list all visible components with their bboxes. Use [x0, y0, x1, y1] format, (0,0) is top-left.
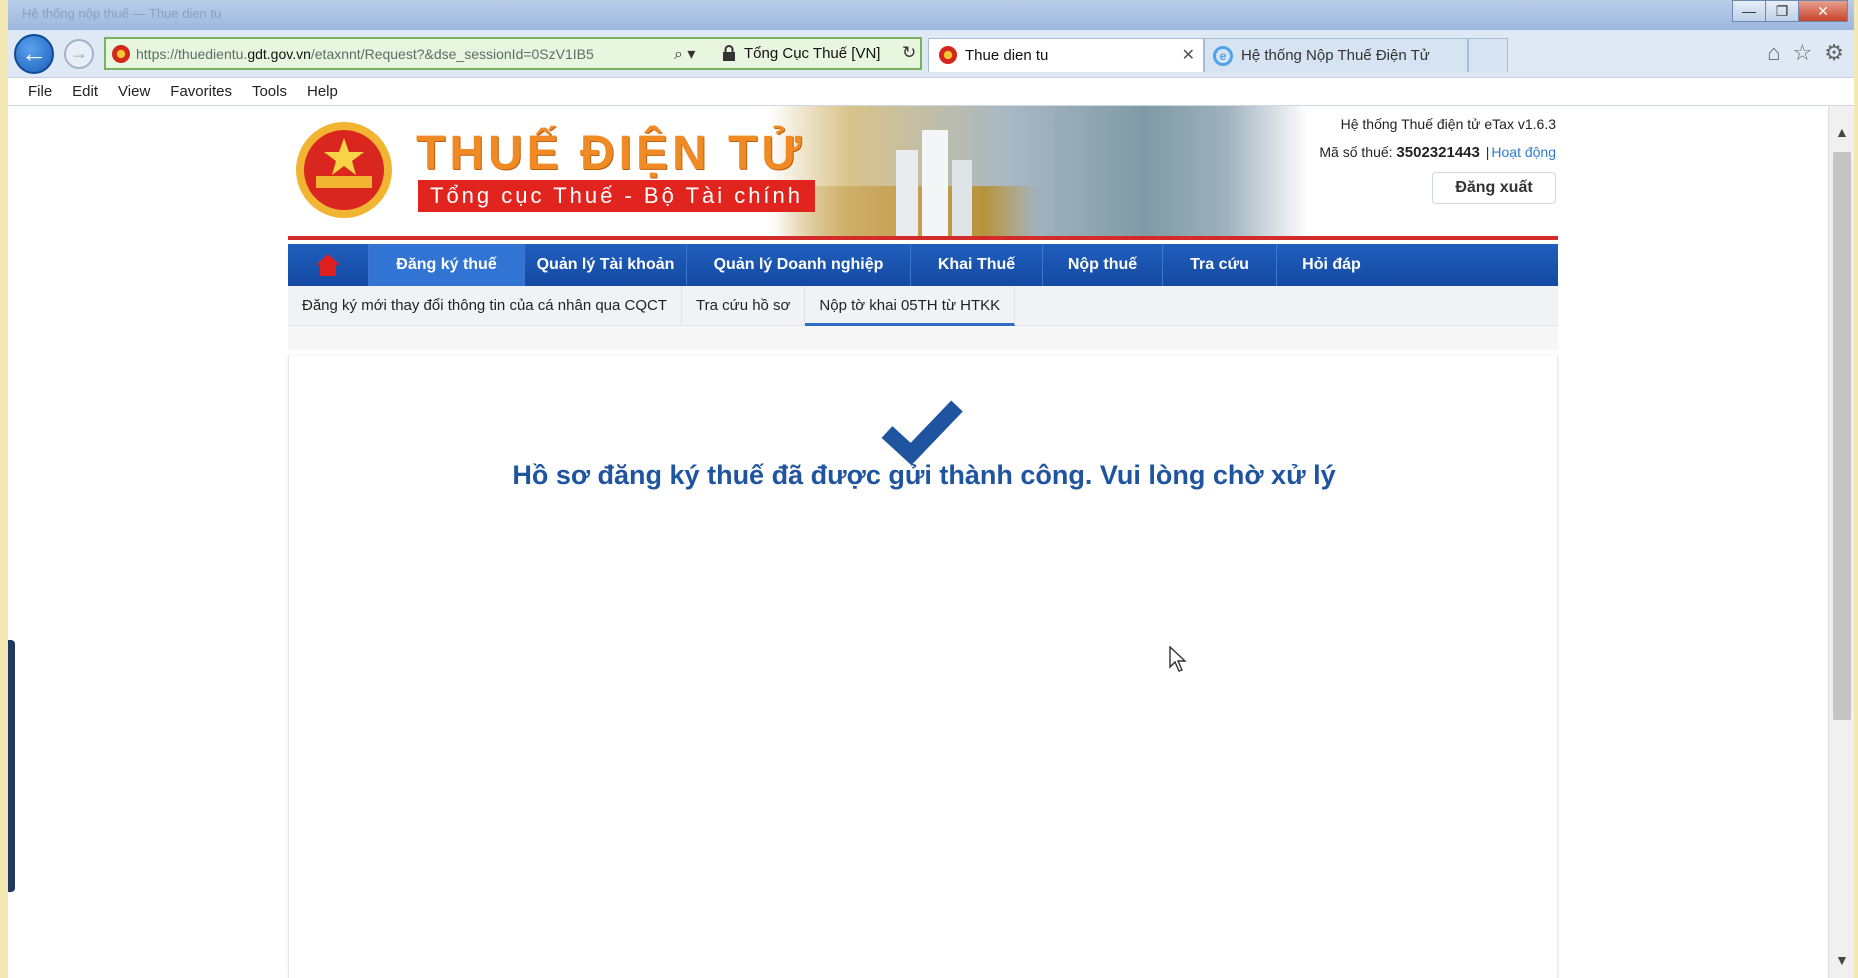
site-subtitle: Tổng cục Thuế - Bộ Tài chính — [418, 180, 816, 212]
address-bar[interactable]: https://thuedientu.gdt.gov.vn/etaxnnt/Re… — [104, 37, 922, 70]
menu-favorites[interactable]: Favorites — [160, 78, 242, 105]
result-panel: Hồ sơ đăng ký thuế đã được gửi thành côn… — [288, 356, 1558, 978]
home-icon[interactable]: ⌂ — [1767, 40, 1780, 66]
tax-id-label: Mã số thuế: — [1319, 144, 1397, 160]
scroll-up-icon[interactable]: ▲ — [1835, 124, 1849, 140]
title-bar: Hệ thống nộp thuế — Thue dien tu — ❐ ✕ — [8, 0, 1854, 30]
subnav-dang-ky-moi[interactable]: Đăng ký mới thay đổi thông tin của cá nh… — [288, 286, 683, 326]
browser-toolbar: ← → https://thuedientu.gdt.gov.vn/etaxnn… — [8, 30, 1854, 78]
new-tab-button[interactable] — [1468, 38, 1508, 72]
scroll-thumb[interactable] — [1833, 152, 1851, 720]
subnav-spacer — [288, 326, 1558, 350]
url-domain: gdt.gov.vn — [247, 46, 311, 62]
side-panel-edge — [8, 640, 15, 892]
mouse-cursor-icon — [1169, 646, 1187, 672]
logout-button[interactable]: Đăng xuất — [1432, 172, 1556, 204]
nav-hoi-dap[interactable]: Hỏi đáp — [1276, 244, 1386, 286]
refresh-icon[interactable]: ↻ — [902, 43, 916, 63]
tab-he-thong-nop-thue[interactable]: e Hệ thống Nộp Thuế Điện Tử — [1204, 38, 1468, 72]
menu-file[interactable]: File — [18, 78, 62, 105]
page-viewport: THUẾ ĐIỆN TỬ Tổng cục Thuế - Bộ Tài chín… — [8, 106, 1828, 978]
site-header: THUẾ ĐIỆN TỬ Tổng cục Thuế - Bộ Tài chín… — [288, 106, 1558, 236]
window-title: Hệ thống nộp thuế — Thue dien tu — [22, 6, 222, 21]
search-icon[interactable]: ⌕ ▾ — [674, 44, 695, 64]
url-prefix: https://thuedientu. — [136, 46, 248, 62]
tab-label: Hệ thống Nộp Thuế Điện Tử — [1241, 47, 1430, 64]
ie-page-icon: e — [1213, 46, 1233, 66]
settings-gear-icon[interactable]: ⚙ — [1824, 40, 1844, 66]
success-message: Hồ sơ đăng ký thuế đã được gửi thành côn… — [512, 460, 1336, 490]
activity-link[interactable]: Hoạt động — [1491, 144, 1556, 160]
tax-emblem-logo — [296, 122, 392, 218]
favorites-star-icon[interactable]: ☆ — [1793, 40, 1813, 66]
tab-favicon-icon — [939, 46, 957, 64]
tab-label: Thue dien tu — [965, 47, 1049, 64]
site-favicon-icon — [112, 45, 130, 63]
close-tab-icon[interactable]: ✕ — [1182, 45, 1195, 65]
menu-edit[interactable]: Edit — [62, 78, 108, 105]
close-window-button[interactable]: ✕ — [1798, 0, 1848, 22]
vertical-scrollbar[interactable]: ▲ ▼ — [1828, 106, 1854, 978]
forward-button[interactable]: → — [64, 39, 94, 69]
home-icon — [316, 254, 340, 276]
browser-window: Hệ thống nộp thuế — Thue dien tu — ❐ ✕ ←… — [8, 0, 1854, 978]
menu-bar: File Edit View Favorites Tools Help — [8, 78, 1854, 106]
nav-tra-cuu[interactable]: Tra cứu — [1162, 244, 1276, 286]
subnav-tra-cuu-ho-so[interactable]: Tra cứu hồ sơ — [682, 286, 806, 326]
lock-icon[interactable] — [722, 45, 736, 61]
url-text[interactable]: https://thuedientu.gdt.gov.vn/etaxnnt/Re… — [136, 46, 668, 62]
system-version: Hệ thống Thuế điện tử eTax v1.6.3 — [1340, 116, 1556, 132]
browser-tools: ⌂ ☆ ⚙ — [1767, 40, 1844, 66]
scroll-down-icon[interactable]: ▼ — [1835, 952, 1849, 968]
buildings-illustration — [896, 130, 972, 236]
menu-help[interactable]: Help — [297, 78, 348, 105]
back-button[interactable]: ← — [14, 34, 54, 74]
url-path: /etaxnnt/Request?&dse_sessionId=0SzV1IB5 — [310, 46, 594, 62]
sub-navigation: Đăng ký mới thay đổi thông tin của cá nh… — [288, 286, 1558, 326]
menu-view[interactable]: View — [108, 78, 160, 105]
nav-quan-ly-doanh-nghiep[interactable]: Quản lý Doanh nghiệp — [686, 244, 910, 286]
nav-home[interactable] — [288, 244, 368, 286]
etax-page: THUẾ ĐIỆN TỬ Tổng cục Thuế - Bộ Tài chín… — [288, 106, 1558, 978]
separator: | — [1485, 144, 1490, 160]
tab-thue-dien-tu[interactable]: Thue dien tu ✕ — [928, 38, 1204, 72]
site-title: THUẾ ĐIỆN TỬ — [416, 127, 806, 180]
tax-id-line: Mã số thuế: 3502321443 | Hoạt động — [1319, 144, 1556, 161]
subnav-nop-to-khai-05th[interactable]: Nộp tờ khai 05TH từ HTKK — [805, 286, 1016, 326]
menu-tools[interactable]: Tools — [242, 78, 297, 105]
tax-id-value: 3502321443 — [1396, 144, 1480, 161]
nav-nop-thue[interactable]: Nộp thuế — [1042, 244, 1162, 286]
nav-khai-thue[interactable]: Khai Thuế — [910, 244, 1042, 286]
certificate-label[interactable]: Tổng Cục Thuế [VN] — [744, 45, 880, 62]
minimize-button[interactable]: — — [1732, 0, 1766, 22]
nav-dang-ky-thue[interactable]: Đăng ký thuế — [368, 244, 524, 286]
nav-quan-ly-tai-khoan[interactable]: Quản lý Tài khoản — [524, 244, 686, 286]
window-controls: — ❐ ✕ — [1732, 0, 1848, 22]
checkmark-icon — [881, 400, 963, 464]
restore-button[interactable]: ❐ — [1765, 0, 1799, 22]
main-navigation: Đăng ký thuế Quản lý Tài khoản Quản lý D… — [288, 244, 1558, 286]
